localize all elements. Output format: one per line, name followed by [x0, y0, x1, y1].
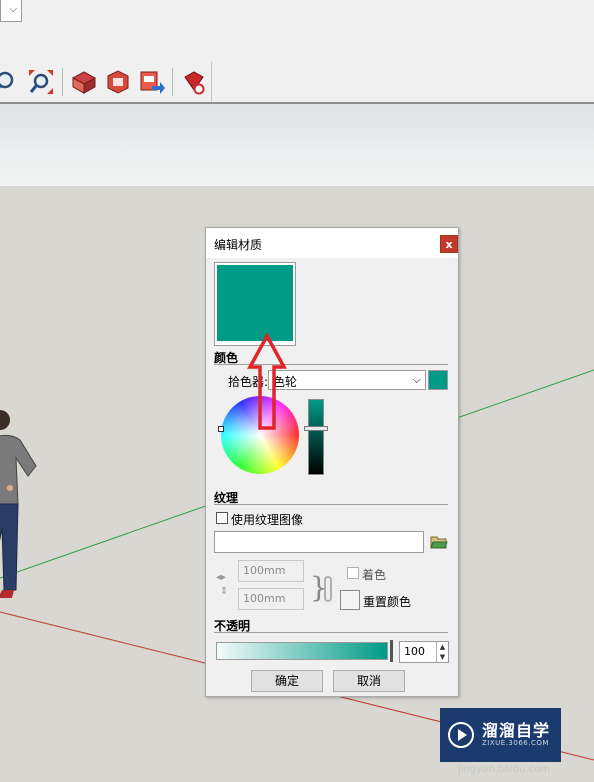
colorize-label: 着色: [362, 568, 387, 582]
width-arrows-icon: ◂▸: [216, 572, 227, 583]
watermark-badge: 溜溜自学 ZIXUE.3066.COM: [440, 708, 561, 762]
edit-material-dialog: 编辑材质 x 颜色 拾色器: 色轮 ⌵ 纹理 使用纹理图像 ◂▸ 100mm ⇕…: [205, 227, 459, 697]
watermark-subtitle: ZIXUE.3066.COM: [482, 739, 549, 747]
reset-color-label: 重置颜色: [363, 595, 412, 609]
watermark-underlay-text: jingyan.baidu.com: [458, 764, 551, 775]
use-texture-label: 使用纹理图像: [231, 513, 304, 527]
play-logo-icon: [448, 722, 474, 748]
material-color-swatch: [217, 265, 293, 341]
ok-button[interactable]: 确定: [251, 670, 323, 692]
dialog-title: 编辑材质: [214, 238, 263, 252]
scale-figure: [0, 410, 37, 598]
reset-color-button[interactable]: [340, 590, 360, 610]
height-arrows-icon: ⇕: [220, 586, 229, 597]
spin-arrows-icon[interactable]: ▲ ▼: [436, 642, 448, 662]
colorize-checkbox[interactable]: [347, 567, 359, 579]
brightness-slider-handle[interactable]: [304, 426, 328, 431]
opacity-value: 100: [404, 645, 425, 658]
texture-section-divider: [214, 504, 448, 505]
current-color-swatch[interactable]: [428, 370, 448, 390]
opacity-slider[interactable]: [216, 642, 388, 660]
opacity-section-divider: [214, 632, 448, 633]
cancel-button[interactable]: 取消: [333, 670, 405, 692]
opacity-slider-handle[interactable]: [390, 640, 393, 662]
texture-height-input[interactable]: 100mm: [238, 588, 304, 610]
texture-width-input[interactable]: 100mm: [238, 560, 304, 582]
close-button[interactable]: x: [440, 235, 458, 253]
opacity-spinbox[interactable]: 100 ▲ ▼: [399, 641, 449, 663]
color-picker-select[interactable]: 色轮 ⌵: [268, 370, 426, 390]
color-wheel-marker[interactable]: [218, 426, 224, 432]
annotation-arrow-icon: [247, 333, 287, 430]
aspect-link-icon[interactable]: [324, 576, 332, 602]
browse-folder-icon[interactable]: [430, 534, 448, 550]
dialog-titlebar[interactable]: 编辑材质 x: [206, 228, 458, 258]
chevron-down-icon: ⌵: [412, 373, 421, 386]
watermark-title: 溜溜自学: [482, 721, 551, 740]
use-texture-checkbox[interactable]: [216, 512, 228, 524]
texture-path-input[interactable]: [214, 531, 424, 553]
brightness-slider[interactable]: [308, 399, 324, 475]
